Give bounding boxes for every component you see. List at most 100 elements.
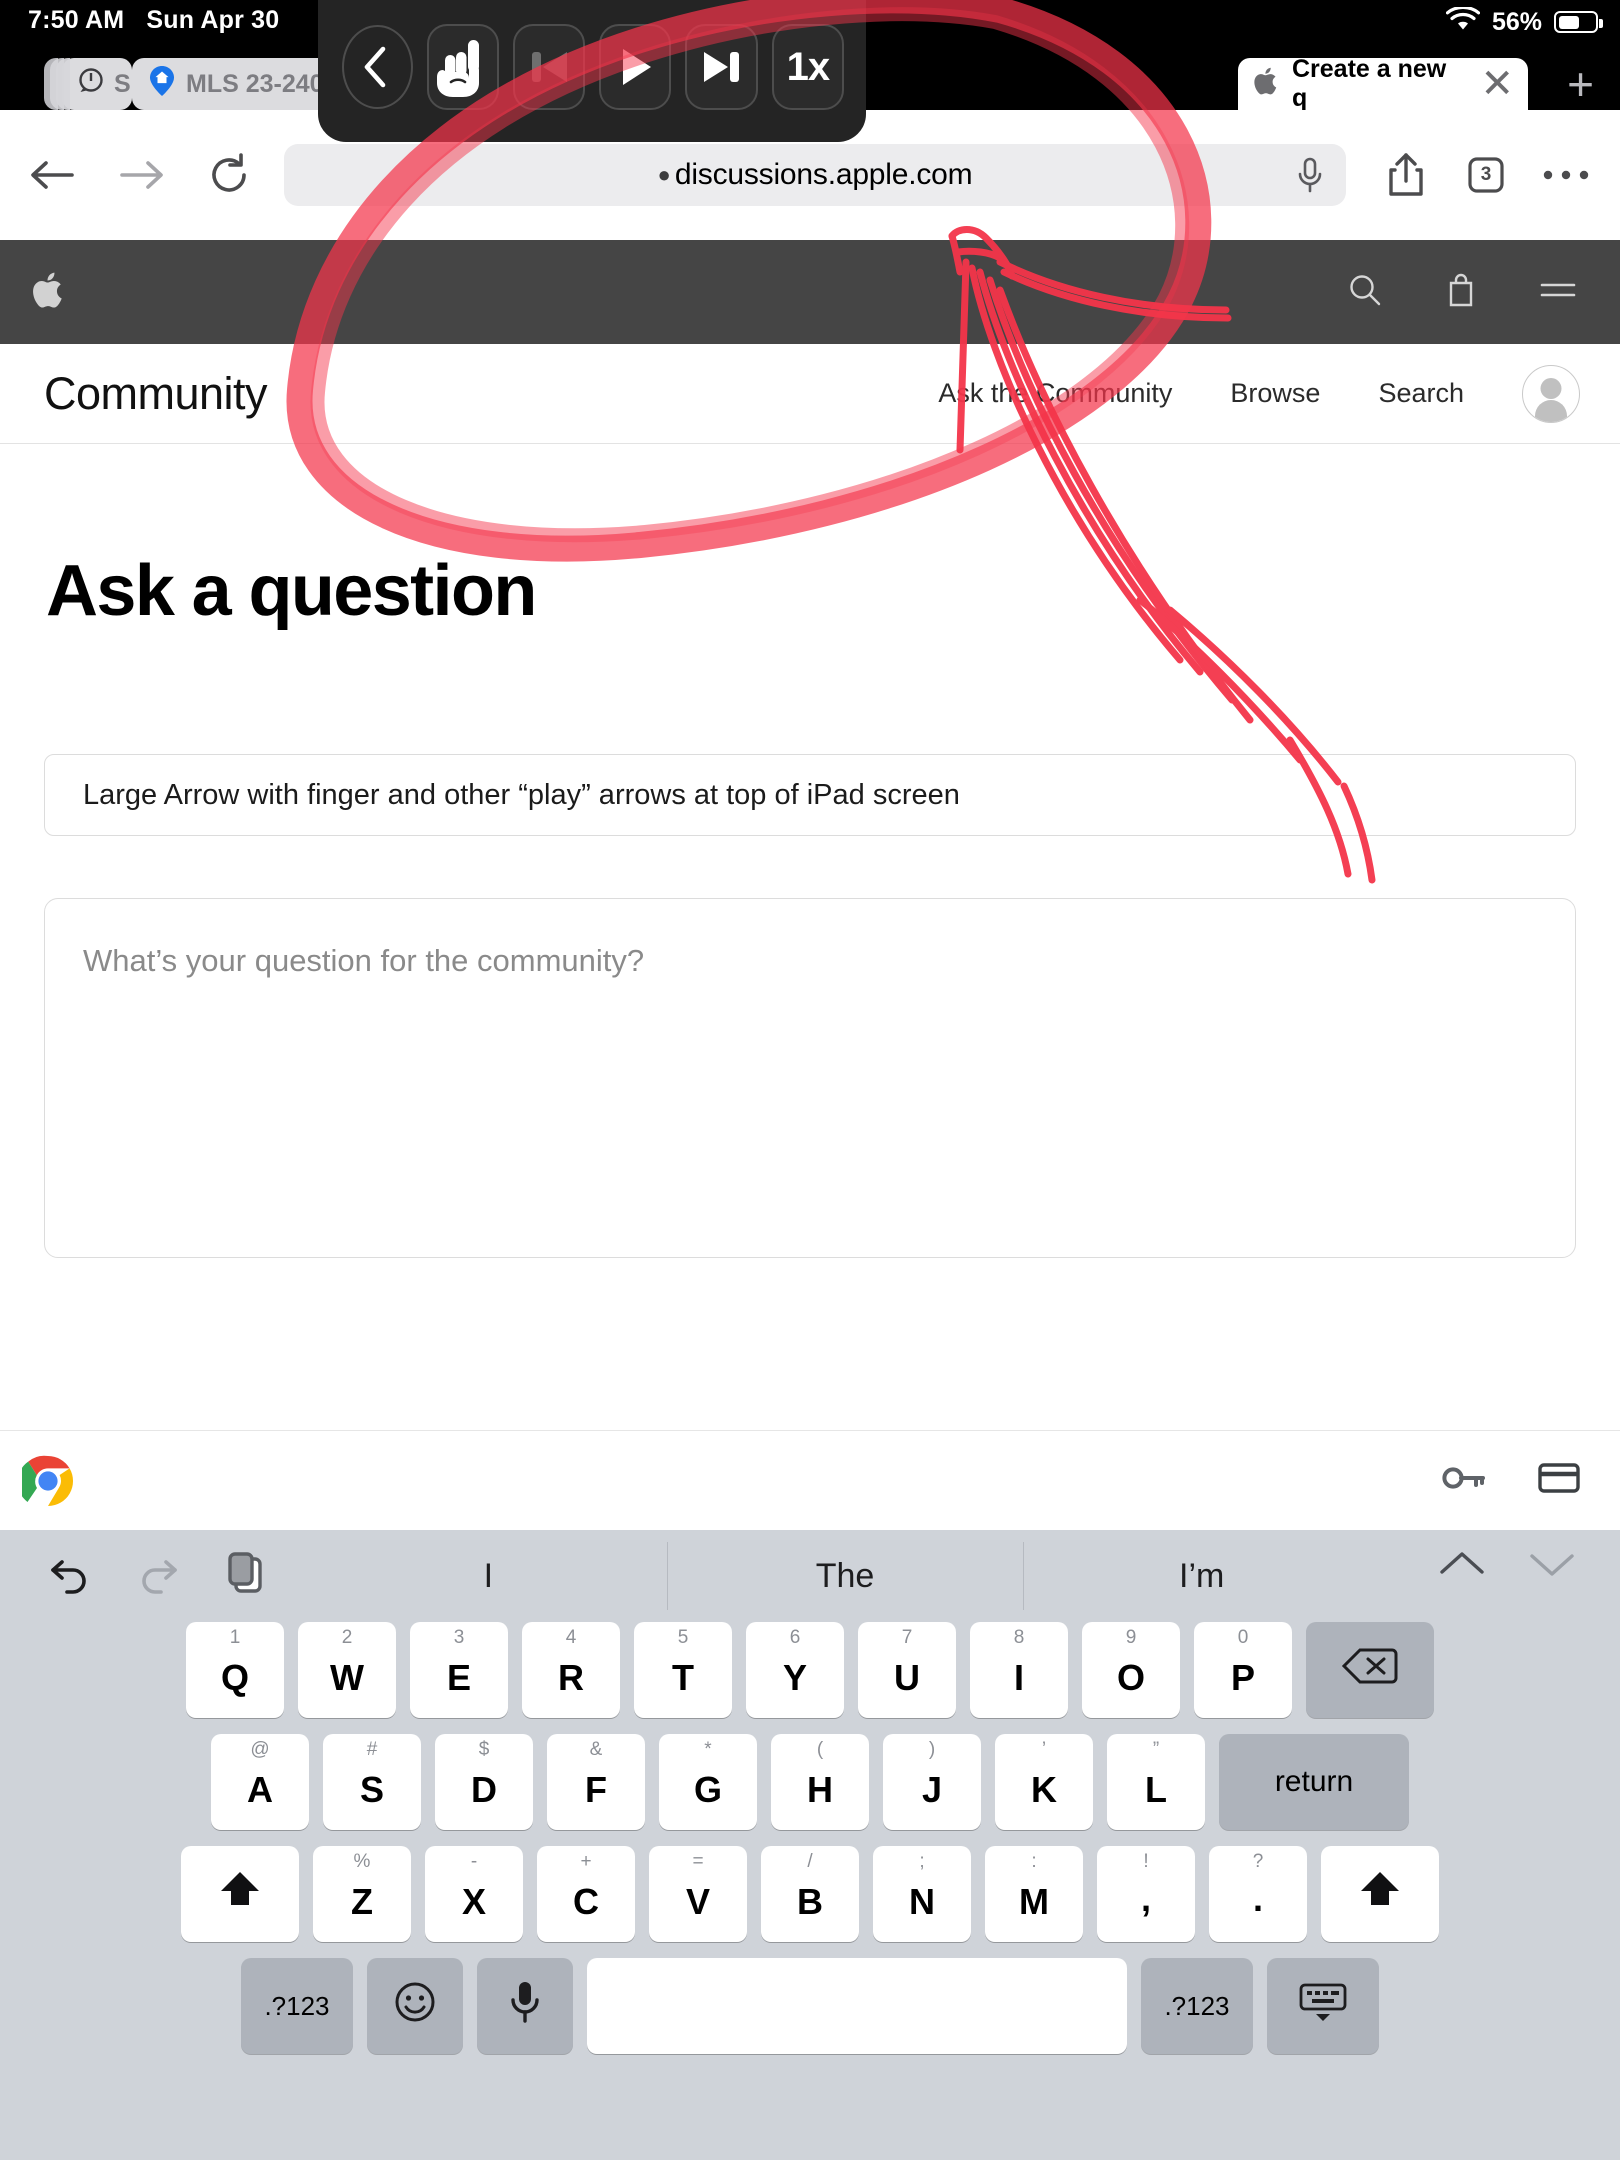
redo-icon[interactable] <box>136 1554 180 1599</box>
key-return[interactable]: return <box>1219 1734 1409 1830</box>
nav-link-browse[interactable]: Browse <box>1230 378 1320 409</box>
hide-keyboard-icon <box>1298 1980 1348 2033</box>
key-g[interactable]: * G <box>659 1734 757 1830</box>
ellipsis-icon[interactable] <box>1542 167 1590 183</box>
share-icon[interactable] <box>1386 152 1426 198</box>
key-label: F <box>585 1769 607 1810</box>
keyboard-suggestion-row: I The I’m <box>0 1530 1620 1622</box>
arrow-left-icon[interactable] <box>28 155 76 195</box>
key-h[interactable]: (H <box>771 1734 869 1830</box>
playback-speed-button[interactable]: 1x <box>771 24 845 110</box>
key-numbers-right[interactable]: .?123 <box>1141 1958 1253 2054</box>
key-o[interactable]: 9O <box>1082 1622 1180 1718</box>
chevron-down-icon[interactable] <box>1526 1546 1578 1587</box>
key-m[interactable]: :M <box>985 1846 1083 1942</box>
key-period[interactable]: ?. <box>1209 1846 1307 1942</box>
key-numbers-left[interactable]: .?123 <box>241 1958 353 2054</box>
key-l[interactable]: ” L <box>1107 1734 1205 1830</box>
key-i[interactable]: 8I <box>970 1622 1068 1718</box>
skip-previous-icon[interactable] <box>512 24 586 110</box>
user-avatar-icon[interactable] <box>1522 364 1580 423</box>
credit-card-icon[interactable] <box>1538 1462 1580 1499</box>
key-c[interactable]: + C <box>537 1846 635 1942</box>
microphone-icon[interactable] <box>1296 157 1324 198</box>
key-b[interactable]: / B <box>761 1846 859 1942</box>
key-z[interactable]: % Z <box>313 1846 411 1942</box>
suggestion-2[interactable]: I’m <box>1023 1530 1380 1622</box>
question-title-input[interactable]: Large Arrow with finger and other “play”… <box>44 754 1576 836</box>
skip-next-icon[interactable] <box>685 24 758 110</box>
key-t[interactable]: 5T <box>634 1622 732 1718</box>
lock-icon: ● <box>657 162 671 187</box>
key-e[interactable]: 3E <box>410 1622 508 1718</box>
key-label: K <box>1031 1769 1057 1810</box>
apple-nav-right <box>1348 272 1576 313</box>
question-body-textarea[interactable]: What’s your question for the community? <box>44 898 1576 1258</box>
key-v[interactable]: = V <box>649 1846 747 1942</box>
key-label: C <box>573 1881 599 1922</box>
key-k[interactable]: ’ K <box>995 1734 1093 1830</box>
key-s[interactable]: # S <box>323 1734 421 1830</box>
key-label: L <box>1145 1769 1167 1810</box>
hamburger-menu-icon[interactable] <box>1540 278 1576 307</box>
key-y[interactable]: 6Y <box>746 1622 844 1718</box>
key-a[interactable]: @ A <box>211 1734 309 1830</box>
nav-link-ask-the-community[interactable]: Ask the Community <box>938 378 1172 409</box>
key-dictation[interactable] <box>477 1958 573 2054</box>
key-n[interactable]: ; N <box>873 1846 971 1942</box>
chevron-left-icon[interactable] <box>342 25 413 109</box>
key-alt: + <box>580 1851 592 1872</box>
key-space[interactable] <box>587 1958 1127 2054</box>
suggestion-0[interactable]: I <box>310 1530 667 1622</box>
key-backspace[interactable] <box>1306 1622 1434 1718</box>
key-alt: ) <box>928 1739 936 1760</box>
key-icon[interactable] <box>1442 1463 1486 1498</box>
browser-tab-active[interactable]: Create a new q ✕ <box>1238 55 1528 112</box>
clipboard-icon[interactable] <box>224 1551 268 1602</box>
key-r[interactable]: 4R <box>522 1622 620 1718</box>
key-comma[interactable]: !, <box>1097 1846 1195 1942</box>
nav-link-search[interactable]: Search <box>1378 378 1464 409</box>
undo-icon[interactable] <box>48 1554 92 1599</box>
key-p[interactable]: 0P <box>1194 1622 1292 1718</box>
status-bar-right: 56% <box>1445 5 1603 37</box>
autofill-actions <box>1442 1462 1580 1499</box>
shopping-bag-icon[interactable] <box>1446 272 1476 313</box>
media-control-overlay[interactable]: 1x <box>318 0 866 142</box>
key-q[interactable]: 1Q <box>186 1622 284 1718</box>
key-d[interactable]: $ D <box>435 1734 533 1830</box>
key-alt: 2 <box>341 1627 353 1648</box>
suggestion-1[interactable]: The <box>666 1530 1024 1622</box>
arrow-right-icon[interactable] <box>118 155 166 195</box>
key-alt: 3 <box>453 1627 465 1648</box>
tab-ghost <box>56 58 70 110</box>
tabs-icon[interactable]: 3 <box>1466 155 1506 195</box>
key-label: J <box>921 1769 943 1810</box>
key-shift-right[interactable] <box>1321 1846 1439 1942</box>
key-dismiss-keyboard[interactable] <box>1267 1958 1379 2054</box>
address-bar[interactable]: ● discussions.apple.com <box>284 144 1346 206</box>
key-j[interactable]: ) J <box>883 1734 981 1830</box>
apple-icon <box>1252 66 1278 103</box>
key-f[interactable]: & F <box>547 1734 645 1830</box>
browser-tab-0[interactable]: S <box>62 58 132 110</box>
play-icon[interactable] <box>599 24 672 110</box>
key-shift-left[interactable] <box>181 1846 299 1942</box>
key-x[interactable]: -X <box>425 1846 523 1942</box>
search-icon[interactable] <box>1348 273 1382 312</box>
apple-logo-icon[interactable] <box>30 270 64 315</box>
reload-icon[interactable] <box>208 153 250 197</box>
key-alt: ? <box>1252 1851 1264 1872</box>
key-label: V <box>685 1881 710 1922</box>
key-w[interactable]: 2W <box>298 1622 396 1718</box>
key-label: T <box>672 1657 694 1698</box>
pointing-finger-icon[interactable] <box>426 24 499 110</box>
plus-icon[interactable]: + <box>1567 61 1594 107</box>
on-screen-keyboard: I The I’m 1Q 2W 3E 4R 5T 6Y 7U 8I 9 O 0 … <box>0 1530 1620 2160</box>
key-u[interactable]: 7U <box>858 1622 956 1718</box>
key-label: D <box>471 1769 497 1810</box>
key-emoji[interactable] <box>367 1958 463 2054</box>
close-icon[interactable]: ✕ <box>1480 64 1514 104</box>
chevron-up-icon[interactable] <box>1436 1546 1488 1587</box>
browser-tab-label: S <box>114 69 131 98</box>
